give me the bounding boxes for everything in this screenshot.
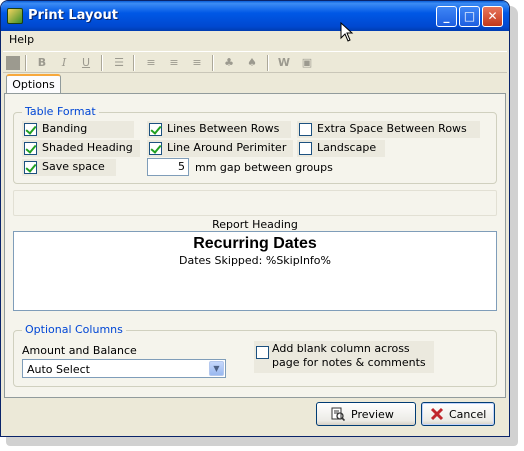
toolbar-separator — [212, 55, 214, 71]
checkbox-label: Line Around Perimiter — [167, 141, 287, 154]
blank-column-checkbox[interactable]: Add blank column across page for notes &… — [254, 341, 434, 373]
window-title: Print Layout — [28, 8, 118, 23]
formatting-toolbar: B I U ☰ ≡ ≡ ≡ ♣ ♠ W ▣ — [3, 51, 507, 73]
options-panel: Table Format Banding Lines Between Rows … — [4, 93, 506, 398]
tab-options[interactable]: Options — [6, 74, 61, 94]
checkbox-box[interactable] — [299, 123, 312, 136]
bold-icon[interactable]: B — [34, 55, 50, 71]
cancel-button-label: Cancel — [449, 408, 487, 421]
maximize-icon: □ — [463, 9, 476, 23]
save-space-checkbox[interactable]: Save space — [22, 159, 116, 176]
amount-balance-select[interactable]: Auto Select ▼ — [22, 359, 226, 378]
align-center-icon[interactable]: ≡ — [166, 55, 182, 71]
menu-help[interactable]: Help — [9, 33, 34, 46]
dialog-button-bar: Preview Cancel — [1, 397, 509, 436]
picture-icon[interactable] — [6, 56, 20, 70]
shaded-heading-checkbox[interactable]: Shaded Heading — [22, 140, 140, 157]
underline-icon[interactable]: U — [78, 55, 94, 71]
checkbox-box[interactable] — [149, 123, 162, 136]
print-layout-window: Print Layout _ □ ✕ Help B I U ☰ ≡ ≡ ≡ ♣ … — [0, 0, 510, 437]
optional-columns-group: Optional Columns Amount and Balance Auto… — [13, 323, 497, 387]
checkbox-label: Banding — [42, 122, 88, 135]
landscape-checkbox[interactable]: Landscape — [297, 140, 385, 157]
checkbox-label: Add blank column across page for notes &… — [272, 342, 426, 370]
app-icon — [7, 8, 23, 24]
report-heading-editor[interactable]: Recurring Dates Dates Skipped: %SkipInfo… — [13, 231, 497, 311]
amount-balance-value: Auto Select — [27, 363, 90, 376]
spell-icon[interactable]: ▣ — [299, 55, 315, 71]
toolbar-separator — [101, 55, 103, 71]
preview-button[interactable]: Preview — [316, 402, 416, 426]
optional-columns-title: Optional Columns — [22, 323, 126, 336]
gap-label: mm gap between groups — [195, 161, 333, 174]
checkbox-box[interactable] — [149, 142, 162, 155]
page-setup-icon[interactable]: W — [276, 55, 292, 71]
checkbox-box[interactable] — [24, 161, 37, 174]
blank-column-label-line1: Add blank column across — [272, 342, 410, 355]
checkbox-label: Shaded Heading — [42, 141, 133, 154]
chevron-down-icon[interactable]: ▼ — [209, 361, 224, 376]
format-icon[interactable]: ♠ — [244, 55, 260, 71]
checkbox-box[interactable] — [299, 142, 312, 155]
table-format-group: Table Format Banding Lines Between Rows … — [13, 105, 497, 184]
checkbox-label: Lines Between Rows — [167, 122, 280, 135]
preview-button-label: Preview — [351, 408, 394, 421]
title-bar[interactable]: Print Layout _ □ ✕ — [1, 1, 509, 31]
toolbar-separator — [267, 55, 269, 71]
cancel-x-icon — [430, 407, 444, 421]
bullet-list-icon[interactable]: ☰ — [111, 55, 127, 71]
align-left-icon[interactable]: ≡ — [143, 55, 159, 71]
maximize-button[interactable]: □ — [459, 6, 480, 27]
report-heading-subtitle: Dates Skipped: %SkipInfo% — [179, 254, 331, 267]
blank-column-label-line2: page for notes & comments — [272, 356, 426, 369]
checkbox-label: Extra Space Between Rows — [317, 122, 467, 135]
amount-balance-label: Amount and Balance — [22, 344, 137, 357]
format-preview-strip — [13, 190, 497, 216]
toolbar-separator — [133, 55, 135, 71]
minimize-icon: _ — [443, 9, 450, 23]
checkbox-label: Landscape — [317, 141, 377, 154]
extra-space-checkbox[interactable]: Extra Space Between Rows — [297, 121, 480, 138]
checkbox-box[interactable] — [256, 346, 269, 359]
mouse-cursor-icon — [340, 22, 354, 42]
align-right-icon[interactable]: ≡ — [189, 55, 205, 71]
checkbox-box[interactable] — [24, 123, 37, 136]
toolbar-separator — [25, 55, 27, 71]
lines-between-rows-checkbox[interactable]: Lines Between Rows — [147, 121, 291, 138]
line-around-perimeter-checkbox[interactable]: Line Around Perimiter — [147, 140, 293, 157]
minimize-button[interactable]: _ — [436, 6, 457, 27]
close-button[interactable]: ✕ — [482, 6, 503, 27]
table-format-title: Table Format — [22, 105, 99, 118]
preview-icon — [331, 407, 345, 421]
checkbox-box[interactable] — [24, 142, 37, 155]
gap-size-input[interactable]: 5 — [147, 158, 189, 176]
banding-checkbox[interactable]: Banding — [22, 121, 134, 138]
close-icon: ✕ — [487, 9, 498, 23]
cancel-button[interactable]: Cancel — [421, 402, 495, 426]
checkbox-label: Save space — [42, 160, 105, 173]
italic-icon[interactable]: I — [56, 55, 72, 71]
report-heading-label: Report Heading — [212, 218, 298, 231]
menu-bar: Help — [1, 31, 509, 49]
report-heading-title: Recurring Dates — [193, 235, 317, 252]
tree-icon[interactable]: ♣ — [221, 55, 237, 71]
